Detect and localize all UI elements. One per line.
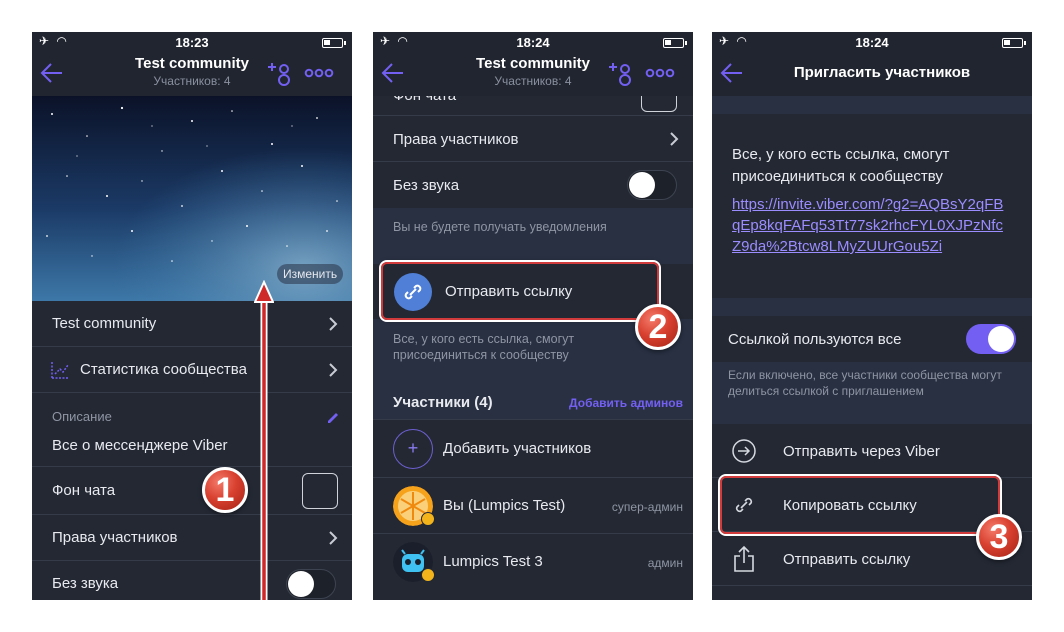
mute-label: Без звука	[393, 177, 460, 194]
chat-background-row[interactable]: Фон чата	[32, 467, 352, 515]
highlight-copy-link	[720, 476, 1000, 534]
battery-icon	[322, 38, 346, 48]
back-arrow-icon[interactable]	[379, 59, 407, 87]
page-title: Test community	[135, 55, 249, 72]
screen-invite-members: ✈ ◠ 18:24 Пригласить участников Все, у к…	[712, 32, 1032, 600]
send-via-viber-row[interactable]: Отправить через Viber	[712, 424, 1032, 478]
invite-info: Все, у кого есть ссылка, смогут присоеди…	[712, 114, 1032, 298]
member-row[interactable]: Вы (Lumpics Test) супер-админ	[373, 478, 693, 534]
page-subtitle: Участников: 4	[153, 74, 231, 88]
edit-pencil-icon[interactable]	[326, 409, 340, 423]
mute-toggle[interactable]	[627, 170, 677, 200]
more-options-icon[interactable]	[645, 58, 675, 88]
chat-background-label: Фон чата	[52, 482, 116, 499]
chat-background-row[interactable]: Фон чата	[373, 96, 693, 116]
status-time: 18:24	[516, 35, 550, 50]
chevron-right-icon	[670, 132, 679, 146]
page-subtitle: Участников: 4	[494, 74, 572, 88]
community-name: Test community	[52, 315, 157, 332]
members-count: Участники (4)	[393, 394, 493, 411]
status-bar: ✈ ◠ 18:24	[712, 32, 1032, 54]
nav-bar: Пригласить участников	[712, 54, 1032, 96]
send-via-viber-label: Отправить через Viber	[783, 443, 940, 460]
chat-background-preview[interactable]	[302, 473, 338, 509]
edit-cover-button[interactable]: Изменить	[277, 264, 344, 284]
status-time: 18:23	[175, 35, 209, 50]
add-member-icon[interactable]	[607, 58, 637, 88]
page-title: Пригласить участников	[793, 64, 971, 81]
chat-background-preview[interactable]	[641, 96, 677, 112]
step-badge: 3	[976, 514, 1022, 560]
member-permissions-row[interactable]: Права участников	[373, 116, 693, 162]
highlight-send-link	[381, 262, 659, 320]
add-admins-link[interactable]: Добавить админов	[569, 396, 683, 410]
top-spacer	[712, 96, 1032, 114]
status-bar: ✈ ◠ 18:23	[32, 32, 352, 54]
member-role: админ	[647, 556, 683, 570]
add-member-icon[interactable]	[266, 58, 296, 88]
mute-hint-section: Вы не будете получать уведомления	[373, 208, 693, 264]
link-toggle-row[interactable]: Ссылкой пользуются все	[712, 316, 1032, 362]
invite-text: Все, у кого есть ссылка, смогут присоеди…	[732, 146, 950, 185]
chevron-right-icon	[329, 317, 338, 331]
community-name-row[interactable]: Test community	[32, 301, 352, 347]
add-icon: +	[393, 429, 433, 469]
status-time: 18:24	[855, 35, 889, 50]
more-options-icon[interactable]	[304, 58, 334, 88]
status-bar: ✈ ◠ 18:24	[373, 32, 693, 54]
chevron-right-icon	[329, 531, 338, 545]
add-members-row[interactable]: + Добавить участников	[373, 420, 693, 478]
member-row[interactable]: Lumpics Test 3 админ	[373, 534, 693, 590]
stats-icon	[51, 362, 69, 379]
screen-community-info: ✈ ◠ 18:23 Test community Участников: 4 И…	[32, 32, 352, 600]
nav-bar: Test community Участников: 4	[32, 54, 352, 96]
link-toggle[interactable]	[966, 324, 1016, 354]
nav-bar: Test community Участников: 4	[373, 54, 693, 96]
members-header: Участники (4) Добавить админов	[373, 374, 693, 420]
battery-icon	[1002, 38, 1026, 48]
member-permissions-label: Права участников	[393, 131, 519, 148]
arrow-circle-icon	[732, 439, 756, 463]
description-label: Описание	[52, 409, 112, 424]
chevron-right-icon	[329, 363, 338, 377]
page-title: Test community	[476, 55, 590, 72]
back-arrow-icon[interactable]	[718, 59, 746, 87]
section-spacer	[712, 298, 1032, 316]
add-members-label: Добавить участников	[443, 440, 592, 457]
screen-community-settings: ✈ ◠ 18:24 Test community Участников: 4 Ф…	[373, 32, 693, 600]
member-name: Lumpics Test 3	[443, 553, 543, 570]
community-stats-row[interactable]: Статистика сообщества	[32, 347, 352, 393]
mute-row[interactable]: Без звука	[373, 162, 693, 208]
battery-icon	[663, 38, 687, 48]
member-permissions-label: Права участников	[52, 529, 178, 546]
star-badge-icon	[421, 512, 435, 526]
link-toggle-hint-section: Если включено, все участники сообщества …	[712, 362, 1032, 424]
swipe-up-arrow	[254, 280, 274, 600]
mute-toggle[interactable]	[286, 569, 336, 599]
invite-link[interactable]: https://invite.viber.com/?g2=AQBsY2qFBqE…	[732, 194, 1004, 257]
link-toggle-hint: Если включено, все участники сообщества …	[728, 368, 1002, 398]
description-value: Все о мессенджере Viber	[52, 437, 228, 454]
mute-hint: Вы не будете получать уведомления	[393, 220, 607, 234]
share-link-label: Отправить ссылку	[783, 551, 911, 568]
step-badge: 1	[202, 467, 248, 513]
send-link-hint: Все, у кого есть ссылка, смогут присоеди…	[393, 332, 575, 362]
step-badge: 2	[635, 304, 681, 350]
chat-background-label: Фон чата	[393, 96, 456, 104]
member-role: супер-админ	[611, 500, 683, 514]
mute-row[interactable]: Без звука	[32, 561, 352, 600]
community-stats-label: Статистика сообщества	[80, 361, 247, 378]
back-arrow-icon[interactable]	[38, 59, 66, 87]
star-badge-icon	[421, 568, 435, 582]
description-row[interactable]: Описание Все о мессенджере Viber	[32, 393, 352, 467]
mute-label: Без звука	[52, 575, 119, 592]
share-icon	[734, 545, 754, 572]
member-name: Вы (Lumpics Test)	[443, 497, 566, 514]
member-permissions-row[interactable]: Права участников	[32, 515, 352, 561]
link-toggle-label: Ссылкой пользуются все	[728, 331, 902, 348]
